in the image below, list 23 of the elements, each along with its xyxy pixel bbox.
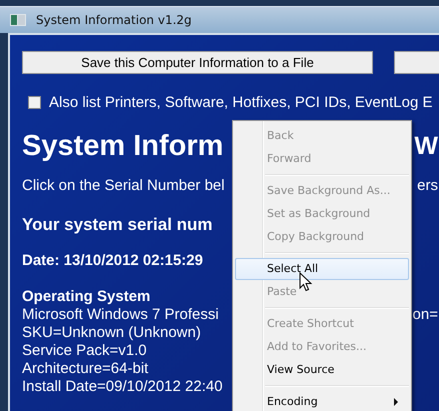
- menu-item[interactable]: View Source: [235, 359, 409, 381]
- checkbox[interactable]: [28, 96, 41, 109]
- info-text: Architecture=64-bit: [22, 360, 148, 378]
- section-heading: Operating System: [22, 288, 150, 306]
- info-text: Install Date=09/10/2012 22:40: [22, 378, 223, 396]
- save-button[interactable]: Save this Computer Information to a File: [22, 51, 373, 74]
- info-text: Click on the Serial Number bel: [22, 176, 225, 196]
- menu-item[interactable]: Encoding: [235, 391, 409, 411]
- info-text: on=: [412, 306, 438, 324]
- info-text: ers: [417, 176, 438, 196]
- window-title: System Information v1.2g: [36, 13, 192, 27]
- section-heading: Your system serial num: [22, 214, 213, 236]
- cursor-icon: [299, 272, 313, 292]
- info-text: Microsoft Windows 7 Professi: [22, 306, 219, 324]
- info-text: Service Pack=v1.0: [22, 342, 147, 360]
- info-text: SKU=Unknown (Unknown): [22, 324, 201, 342]
- app-icon: [10, 14, 26, 26]
- page-title: System Inform: [22, 129, 224, 164]
- button[interactable]: [394, 51, 439, 74]
- checkbox-label: Also list Printers, Software, Hotfixes, PCI IDs, EventLog E: [49, 94, 432, 111]
- section-heading: Date: 13/10/2012 02:15:29: [22, 251, 203, 271]
- menu-item[interactable]: Select All: [235, 258, 409, 280]
- info-text: W: [414, 131, 438, 162]
